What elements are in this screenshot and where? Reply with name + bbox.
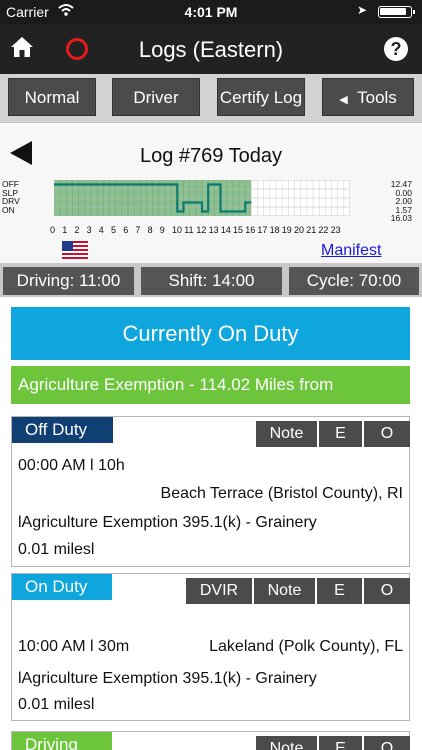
hour-label: 12: [196, 225, 207, 235]
location-arrow-icon: ➤: [357, 3, 368, 17]
nav-bar: Logs (Eastern) ?: [0, 24, 422, 74]
status-badge: Driving: [12, 732, 112, 750]
log-entry-on-duty[interactable]: On Duty DVIR Note E O 10:00 AM l 30m Lak…: [11, 573, 410, 721]
entry-note: lAgriculture Exemption 395.1(k) - Graine…: [18, 514, 317, 531]
hour-label: 23: [330, 225, 341, 235]
edit-button[interactable]: E: [317, 578, 364, 604]
hours-counters: Driving: 11:00 Shift: 14:00 Cycle: 70:00: [0, 263, 422, 297]
hour-label: 22: [318, 225, 329, 235]
note-button[interactable]: Note: [256, 421, 319, 447]
other-button[interactable]: O: [364, 421, 410, 447]
total-all: 16.03: [390, 213, 412, 223]
status-bar: Carrier 4:01 PM ➤: [0, 0, 422, 24]
tools-label: Tools: [357, 88, 397, 107]
hour-label: 0: [50, 225, 56, 235]
hour-label: 15: [233, 225, 244, 235]
driver-button[interactable]: Driver: [112, 78, 200, 116]
entry-miles: 0.01 milesl: [18, 696, 95, 713]
page-title: Logs (Eastern): [138, 37, 284, 62]
caret-left-icon: ◀: [339, 94, 348, 106]
hour-label: 18: [269, 225, 280, 235]
status-badge: On Duty: [12, 574, 112, 600]
graph-row-labels: OFF SLP DRV ON: [2, 180, 20, 214]
hour-label: 7: [135, 225, 141, 235]
other-button[interactable]: O: [364, 578, 410, 604]
log-entry-off-duty[interactable]: Off Duty Note E O 00:00 AM l 10h Beach T…: [11, 416, 410, 567]
status-badge: Off Duty: [12, 417, 113, 443]
graph-totals: 12.47 0.00 2.00 1.57 16.03: [391, 180, 412, 223]
tools-button[interactable]: ◀ Tools: [322, 78, 414, 116]
hour-label: 1: [62, 225, 68, 235]
driving-counter: Driving: 11:00: [3, 267, 134, 295]
hour-label: 16: [245, 225, 256, 235]
entry-miles: 0.01 milesl: [18, 541, 95, 558]
hour-label: 5: [111, 225, 117, 235]
normal-button[interactable]: Normal: [8, 78, 96, 116]
manifest-link[interactable]: Manifest: [321, 242, 381, 260]
entry-location: Lakeland (Polk County), FL: [209, 638, 403, 655]
entry-location: Beach Terrace (Bristol County), RI: [160, 485, 403, 502]
log-entry-driving[interactable]: Driving Note E O: [11, 731, 410, 750]
exemption-banner: Agriculture Exemption - 114.02 Miles fro…: [11, 366, 410, 404]
log-title: Log #769 Today: [140, 145, 282, 167]
hour-label: 19: [281, 225, 292, 235]
hour-label: 14: [220, 225, 231, 235]
duty-graph: [54, 180, 350, 216]
note-button[interactable]: Note: [254, 578, 317, 604]
certify-log-button[interactable]: Certify Log: [217, 78, 305, 116]
hour-label: 4: [98, 225, 104, 235]
battery-icon: [378, 6, 415, 18]
note-button[interactable]: Note: [256, 736, 319, 750]
row-label-on: ON: [2, 204, 15, 215]
shift-counter: Shift: 14:00: [141, 267, 282, 295]
entry-time: 00:00 AM l 10h: [18, 457, 125, 474]
help-icon[interactable]: ?: [384, 37, 408, 61]
hour-label: 6: [123, 225, 129, 235]
hour-label: 9: [159, 225, 165, 235]
us-flag-icon: [62, 241, 88, 259]
cycle-counter: Cycle: 70:00: [289, 267, 419, 295]
hour-label: 17: [257, 225, 268, 235]
current-duty-status-button[interactable]: Currently On Duty: [11, 307, 410, 360]
hour-label: 10: [172, 225, 183, 235]
entry-time: 10:00 AM l 30m: [18, 638, 130, 655]
dvir-button[interactable]: DVIR: [186, 578, 254, 604]
other-button[interactable]: O: [364, 736, 410, 750]
hour-label: 3: [86, 225, 92, 235]
toolbar: Normal Driver Certify Log ◀ Tools: [0, 74, 422, 122]
log-panel: Log #769 Today OFF SLP DRV ON 12.47 0.00…: [0, 122, 422, 263]
hour-label: 20: [294, 225, 305, 235]
hour-label: 11: [184, 225, 194, 235]
edit-button[interactable]: E: [319, 421, 364, 447]
entry-note: lAgriculture Exemption 395.1(k) - Graine…: [18, 670, 317, 687]
hour-label: 21: [306, 225, 317, 235]
hour-label: 8: [147, 225, 153, 235]
edit-button[interactable]: E: [319, 736, 364, 750]
hour-label: 13: [208, 225, 219, 235]
hour-label: 2: [74, 225, 80, 235]
